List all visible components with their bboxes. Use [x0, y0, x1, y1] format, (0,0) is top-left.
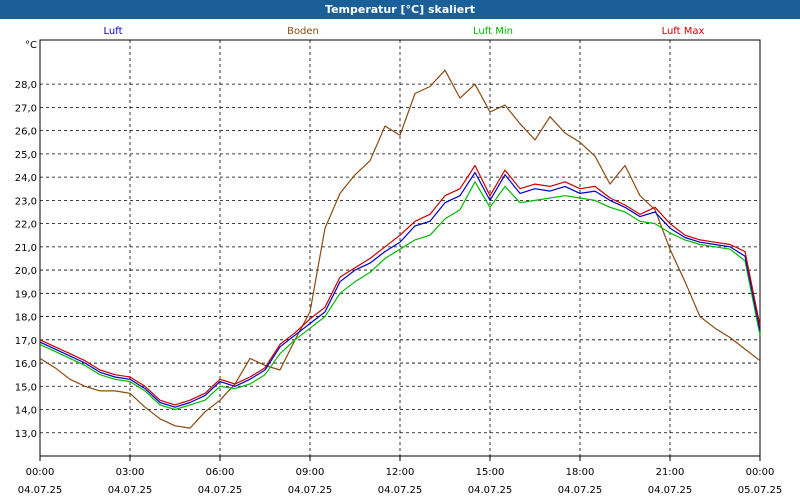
temperature-chart: 13,0 14,0 15,0 16,0 17,0 18,0 19,0 20,0 21,0 22,0…: [15, 26, 783, 496]
x-tick-date: 04.07.25: [558, 485, 603, 496]
y-tick-label: 22,0: [15, 220, 37, 231]
x-tick-date: 04.07.25: [198, 485, 243, 496]
legend-luft-min: Luft Min: [473, 26, 513, 37]
legend-boden: Boden: [287, 26, 319, 37]
chart-area: 13,0 14,0 15,0 16,0 17,0 18,0 19,0 20,0 21,0 22,0…: [0, 19, 800, 500]
y-tick-label: 27,0: [15, 103, 37, 114]
y-axis-unit: °C: [25, 40, 37, 51]
y-tick-label: 24,0: [15, 173, 37, 184]
x-tick-time: 21:00: [656, 467, 685, 478]
x-tick-date: 04.07.25: [648, 485, 693, 496]
x-tick-time: 12:00: [386, 467, 415, 478]
x-tick-time: 18:00: [566, 467, 595, 478]
y-tick-label: 21,0: [15, 243, 37, 254]
legend-luft: Luft: [104, 26, 123, 37]
x-tick-time: 00:00: [746, 467, 775, 478]
y-tick-label: 16,0: [15, 359, 37, 370]
y-tick-label: 14,0: [15, 406, 37, 417]
x-tick-time: 00:00: [26, 467, 55, 478]
y-tick-label: 13,0: [15, 429, 37, 440]
x-tick-date: 04.07.25: [108, 485, 153, 496]
x-tick-date: 04.07.25: [18, 485, 63, 496]
y-tick-label: 17,0: [15, 336, 37, 347]
x-tick-time: 06:00: [206, 467, 235, 478]
x-tick-date: 05.07.25: [738, 485, 783, 496]
x-tick-time: 03:00: [116, 467, 145, 478]
x-tick-date: 04.07.25: [288, 485, 333, 496]
legend-luft-max: Luft Max: [662, 26, 705, 37]
x-tick-time: 15:00: [476, 467, 505, 478]
y-tick-label: 20,0: [15, 266, 37, 277]
y-tick-label: 18,0: [15, 313, 37, 324]
y-tick-label: 19,0: [15, 289, 37, 300]
y-tick-label: 15,0: [15, 382, 37, 393]
x-tick-date: 04.07.25: [378, 485, 423, 496]
x-tick-date: 04.07.25: [468, 485, 513, 496]
y-tick-label: 23,0: [15, 196, 37, 207]
chart-title: Temperatur [°C] skaliert: [0, 0, 800, 19]
y-tick-label: 28,0: [15, 80, 37, 91]
x-tick-time: 09:00: [296, 467, 325, 478]
y-tick-label: 26,0: [15, 127, 37, 138]
y-tick-label: 25,0: [15, 150, 37, 161]
